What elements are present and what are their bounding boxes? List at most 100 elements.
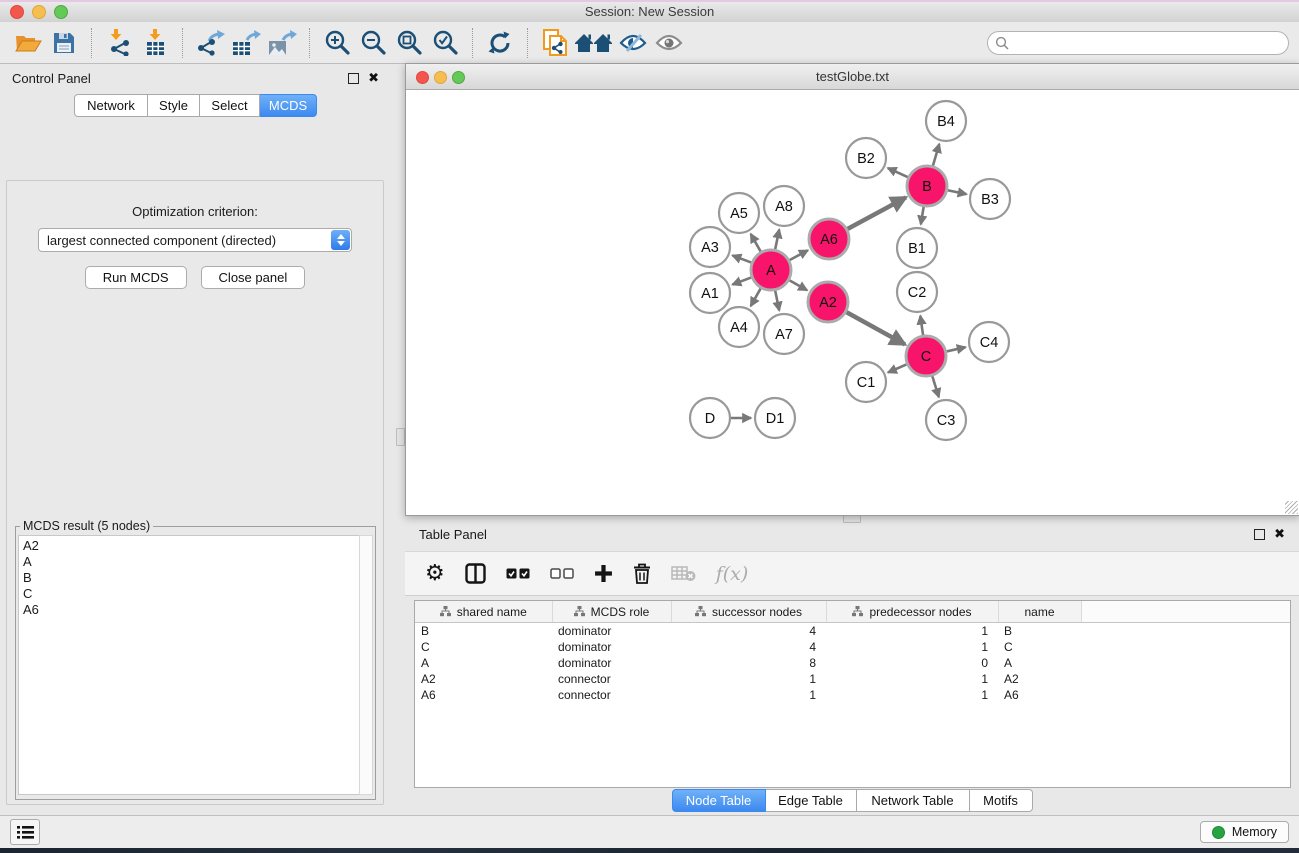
graph-edge-C-C3[interactable] [932, 376, 939, 397]
close-table-panel-icon[interactable]: ✖ [1274, 528, 1285, 541]
add-row-button[interactable] [594, 559, 613, 589]
table-cell[interactable]: 1 [826, 623, 998, 640]
table-cell[interactable]: C [415, 639, 552, 655]
tab-motifs[interactable]: Motifs [970, 789, 1033, 812]
graph-edge-A-A1[interactable] [732, 277, 751, 284]
graph-edge-A-A6[interactable] [790, 250, 808, 260]
vertical-split-handle[interactable] [396, 428, 405, 446]
memory-button[interactable]: Memory [1200, 821, 1289, 843]
close-panel-icon[interactable]: ✖ [368, 72, 379, 85]
criterion-select[interactable]: largest connected component (directed) [38, 228, 352, 252]
graph-node-A5[interactable]: A5 [719, 193, 759, 233]
graph-edge-C-C2[interactable] [920, 316, 923, 335]
import-table-button[interactable] [137, 27, 173, 59]
table-row[interactable]: Bdominator41B [415, 623, 1290, 640]
save-session-button[interactable] [46, 27, 82, 59]
graph-node-B[interactable]: B [907, 166, 947, 206]
table-row[interactable]: Cdominator41C [415, 639, 1290, 655]
tab-node-table[interactable]: Node Table [672, 789, 766, 812]
table-settings-button[interactable]: ⚙ [425, 559, 445, 589]
mcds-result-item[interactable]: A2 [23, 538, 355, 554]
open-session-button[interactable] [10, 27, 46, 59]
graph-edge-A-A2[interactable] [789, 280, 807, 290]
graph-edge-B-B4[interactable] [933, 144, 939, 166]
function-builder-button[interactable]: f(x) [716, 559, 749, 589]
float-panel-icon[interactable] [348, 73, 359, 84]
table-cell[interactable]: connector [552, 671, 671, 687]
graph-node-A1[interactable]: A1 [690, 273, 730, 313]
table-cell[interactable]: 1 [671, 671, 826, 687]
network-minimize-button[interactable] [434, 71, 447, 84]
network-canvas[interactable]: AA6A2BCA5A8A3A1A4A7B2B4B3B1C2C4C1C3DD1 [406, 90, 1299, 515]
network-window-titlebar[interactable]: testGlobe.txt [406, 64, 1299, 90]
table-cell[interactable]: A [415, 655, 552, 671]
table-cell[interactable]: 1 [826, 671, 998, 687]
graph-node-A4[interactable]: A4 [719, 307, 759, 347]
table-cell[interactable]: A2 [998, 671, 1081, 687]
mcds-result-item[interactable]: C [23, 586, 355, 602]
table-row[interactable]: A2connector11A2 [415, 671, 1290, 687]
search-field[interactable] [987, 31, 1289, 55]
hide-selected-button[interactable] [615, 27, 651, 59]
mcds-result-item[interactable]: A [23, 554, 355, 570]
table-cell[interactable]: A [998, 655, 1081, 671]
graph-node-B4[interactable]: B4 [926, 101, 966, 141]
graph-node-A[interactable]: A [751, 250, 791, 290]
graph-edge-B-B2[interactable] [888, 168, 908, 177]
new-network-from-selection-button[interactable] [537, 27, 573, 59]
export-network-button[interactable] [192, 27, 228, 59]
export-table-button[interactable] [228, 27, 264, 59]
table-cell[interactable]: A6 [415, 687, 552, 703]
table-cell[interactable]: dominator [552, 655, 671, 671]
table-row[interactable]: Adominator80A [415, 655, 1290, 671]
table-cell[interactable]: B [998, 623, 1081, 640]
tab-edge-table[interactable]: Edge Table [766, 789, 857, 812]
column-header-mcds-role[interactable]: MCDS role [552, 601, 671, 623]
tab-mcds[interactable]: MCDS [260, 94, 317, 117]
zoom-in-button[interactable] [319, 27, 355, 59]
table-cell[interactable]: dominator [552, 623, 671, 640]
table-cell[interactable]: 8 [671, 655, 826, 671]
float-table-panel-icon[interactable] [1254, 529, 1265, 540]
close-panel-button[interactable]: Close panel [201, 266, 306, 289]
graph-edge-A-A3[interactable] [732, 255, 751, 262]
tab-network-table[interactable]: Network Table [857, 789, 970, 812]
graph-edge-A2-C[interactable] [846, 312, 905, 344]
table-cell[interactable]: A6 [998, 687, 1081, 703]
zoom-out-button[interactable] [355, 27, 391, 59]
mcds-result-scrollbar[interactable] [359, 535, 373, 795]
mcds-result-item[interactable]: B [23, 570, 355, 586]
select-stepper-icon[interactable] [331, 230, 350, 250]
home-button[interactable] [573, 27, 615, 59]
select-all-button[interactable] [506, 559, 530, 589]
zoom-fit-button[interactable] [391, 27, 427, 59]
graph-node-C[interactable]: C [906, 336, 946, 376]
graph-node-B1[interactable]: B1 [897, 228, 937, 268]
graph-node-C2[interactable]: C2 [897, 272, 937, 312]
graph-node-B3[interactable]: B3 [970, 179, 1010, 219]
table-cell[interactable]: 1 [826, 639, 998, 655]
export-image-button[interactable] [264, 27, 300, 59]
table-cell[interactable]: 4 [671, 623, 826, 640]
column-header-successor-nodes[interactable]: successor nodes [671, 601, 826, 623]
graph-node-C3[interactable]: C3 [926, 400, 966, 440]
show-all-button[interactable] [651, 27, 687, 59]
node-table[interactable]: shared name MCDS role successor nodes pr… [414, 600, 1291, 788]
graph-node-D1[interactable]: D1 [755, 398, 795, 438]
graph-edge-C-C4[interactable] [946, 347, 965, 351]
search-input[interactable] [1009, 35, 1288, 51]
table-cell[interactable]: B [415, 623, 552, 640]
table-cell[interactable]: connector [552, 687, 671, 703]
graph-node-A6[interactable]: A6 [809, 219, 849, 259]
table-cell[interactable]: 1 [671, 687, 826, 703]
network-zoom-button[interactable] [452, 71, 465, 84]
graph-edge-C-C1[interactable] [888, 364, 907, 372]
graph-node-A8[interactable]: A8 [764, 186, 804, 226]
graph-node-C4[interactable]: C4 [969, 322, 1009, 362]
table-cell[interactable]: 4 [671, 639, 826, 655]
table-row[interactable]: A6connector11A6 [415, 687, 1290, 703]
table-cell[interactable]: 1 [826, 687, 998, 703]
graph-edge-A-A8[interactable] [775, 230, 779, 250]
graph-edge-B-B3[interactable] [948, 190, 967, 194]
graph-node-A7[interactable]: A7 [764, 314, 804, 354]
